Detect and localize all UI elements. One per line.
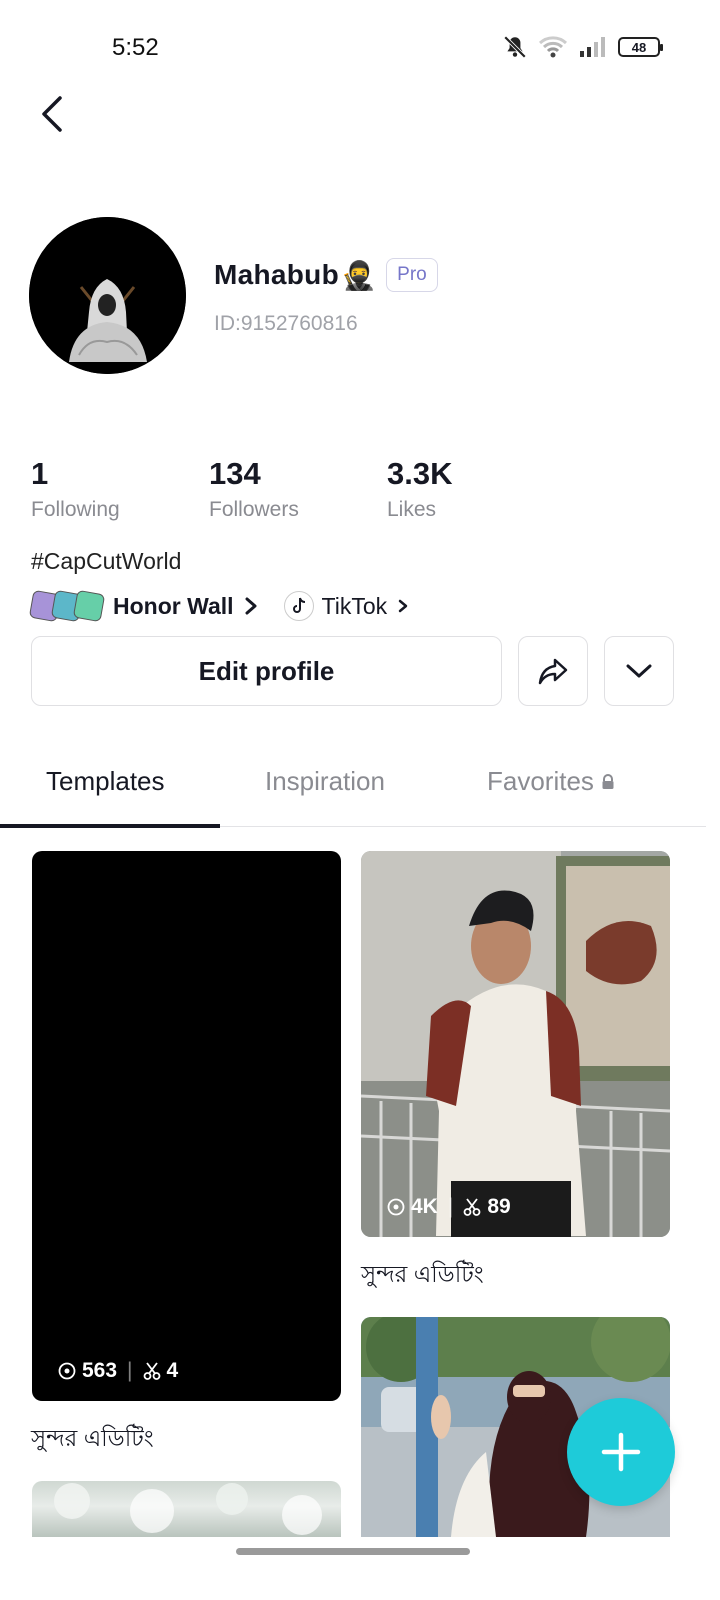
stat-value: 134 (209, 456, 261, 491)
template-views: 4K (411, 1195, 438, 1218)
username-emoji: 🥷 (340, 259, 377, 291)
stat-label: Likes (387, 498, 437, 521)
template-thumbnail (361, 851, 670, 1237)
avatar[interactable] (29, 217, 186, 374)
template-uses: 89 (487, 1195, 511, 1218)
stat-divider: | (127, 1359, 133, 1382)
create-fab-button[interactable] (567, 1398, 675, 1506)
plus-icon (601, 1432, 641, 1472)
home-indicator[interactable] (236, 1548, 470, 1555)
active-tab-indicator (0, 824, 220, 828)
user-id[interactable]: ID:9152760816 (214, 312, 358, 336)
share-button[interactable] (518, 636, 588, 706)
tab-label: Inspiration (265, 766, 385, 796)
badge-gem-icon (72, 589, 106, 623)
battery-level: 48 (631, 39, 647, 55)
scissors-icon (463, 1198, 481, 1216)
share-icon (538, 658, 568, 685)
signal-icon (580, 37, 605, 57)
eye-icon (387, 1198, 405, 1216)
avatar-image (29, 217, 186, 374)
tab-favorites[interactable]: Favorites (487, 766, 615, 797)
honor-badges[interactable] (28, 589, 106, 623)
template-card[interactable]: 563 | 4 (32, 851, 341, 1401)
tab-label: Favorites (487, 766, 594, 796)
wifi-icon (538, 36, 568, 58)
template-title[interactable]: সুন্দর এডিটিং (31, 1420, 154, 1459)
tiktok-icon (283, 591, 314, 621)
lock-icon (602, 773, 614, 789)
mute-icon (503, 35, 527, 59)
scissors-icon (143, 1362, 160, 1380)
template-card[interactable] (32, 1481, 341, 1537)
status-icons: 48 (502, 34, 663, 60)
stat-followers[interactable]: 134 Followers (209, 456, 387, 522)
chevron-right-icon (245, 597, 257, 615)
template-title[interactable]: সুন্দর এডিটিং (361, 1256, 484, 1295)
template-card[interactable]: 4K | 89 (361, 851, 670, 1237)
edit-profile-button[interactable]: Edit profile (31, 636, 502, 706)
tab-label: Templates (46, 766, 165, 796)
template-views: 563 (82, 1359, 118, 1382)
more-options-button[interactable] (604, 636, 674, 706)
username-row: Mahabub 🥷 Pro (214, 258, 438, 292)
status-bar: 5:52 48 (0, 0, 720, 90)
honor-wall-label: Honor Wall (113, 592, 234, 619)
stat-label: Following (31, 498, 120, 521)
template-thumbnail (54, 1483, 322, 1535)
stat-label: Followers (209, 498, 299, 521)
stat-value: 1 (31, 456, 49, 491)
template-stats: 563 | 4 (58, 1359, 178, 1383)
honor-wall-link[interactable]: Honor Wall (113, 593, 258, 620)
template-stats: 4K | 89 (387, 1195, 511, 1219)
status-time: 5:52 (112, 34, 159, 61)
template-uses: 4 (166, 1359, 179, 1382)
eye-icon (58, 1362, 76, 1380)
back-button[interactable] (30, 92, 74, 136)
tab-bar: Templates Inspiration Favorites (0, 750, 706, 828)
stat-value: 3.3K (387, 456, 453, 491)
tiktok-link[interactable]: TikTok (283, 591, 410, 621)
pro-badge[interactable]: Pro (386, 258, 438, 292)
stat-likes[interactable]: 3.3K Likes (387, 456, 565, 522)
stats: 1 Following 134 Followers 3.3K Likes (31, 456, 565, 522)
chevron-right-icon (398, 599, 408, 613)
stat-divider: | (447, 1195, 454, 1218)
tab-templates[interactable]: Templates (46, 766, 165, 797)
tiktok-label: TikTok (321, 592, 388, 619)
bio: #CapCutWorld (31, 548, 182, 574)
back-icon (42, 96, 62, 132)
tab-inspiration[interactable]: Inspiration (265, 766, 385, 797)
battery-icon: 48 (618, 37, 663, 57)
stat-following[interactable]: 1 Following (31, 456, 209, 522)
chevron-down-icon (626, 664, 652, 678)
links-row: Honor Wall TikTok (28, 588, 410, 624)
username: Mahabub (214, 259, 339, 290)
